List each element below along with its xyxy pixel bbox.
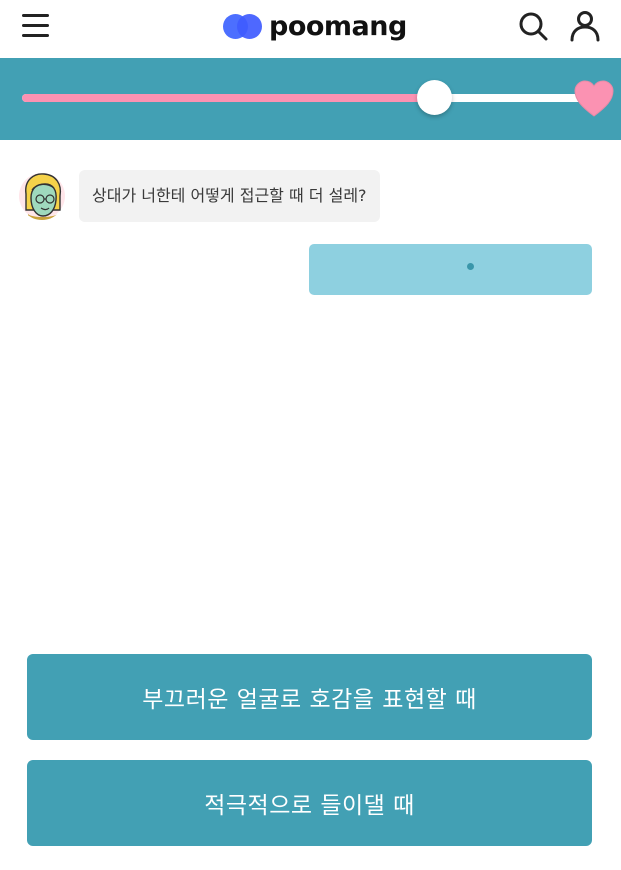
top-bar: poomang	[0, 0, 621, 58]
heart-icon	[572, 76, 616, 120]
reply-typing-bubble	[309, 244, 592, 295]
bot-avatar	[18, 170, 66, 220]
progress-track	[22, 94, 586, 102]
answer-button-1[interactable]: 부끄러운 얼굴로 호감을 표현할 때	[27, 654, 592, 740]
search-icon[interactable]	[517, 10, 549, 42]
question-message: 상대가 너한테 어떻게 접근할 때 더 설레?	[18, 170, 380, 222]
progress-knob[interactable]	[416, 80, 452, 115]
progress-band	[0, 58, 621, 140]
answer-button-2[interactable]: 적극적으로 들이댈 때	[27, 760, 592, 846]
user-icon[interactable]	[568, 10, 602, 42]
question-bubble: 상대가 너한테 어떻게 접근할 때 더 설레?	[79, 170, 380, 222]
hamburger-menu-icon[interactable]	[22, 14, 50, 38]
logo-text: poomang	[269, 10, 407, 42]
typing-indicator	[467, 263, 474, 270]
poomang-logo[interactable]: poomang	[223, 8, 407, 44]
progress-fill	[22, 94, 434, 102]
logo-mark	[223, 12, 263, 40]
